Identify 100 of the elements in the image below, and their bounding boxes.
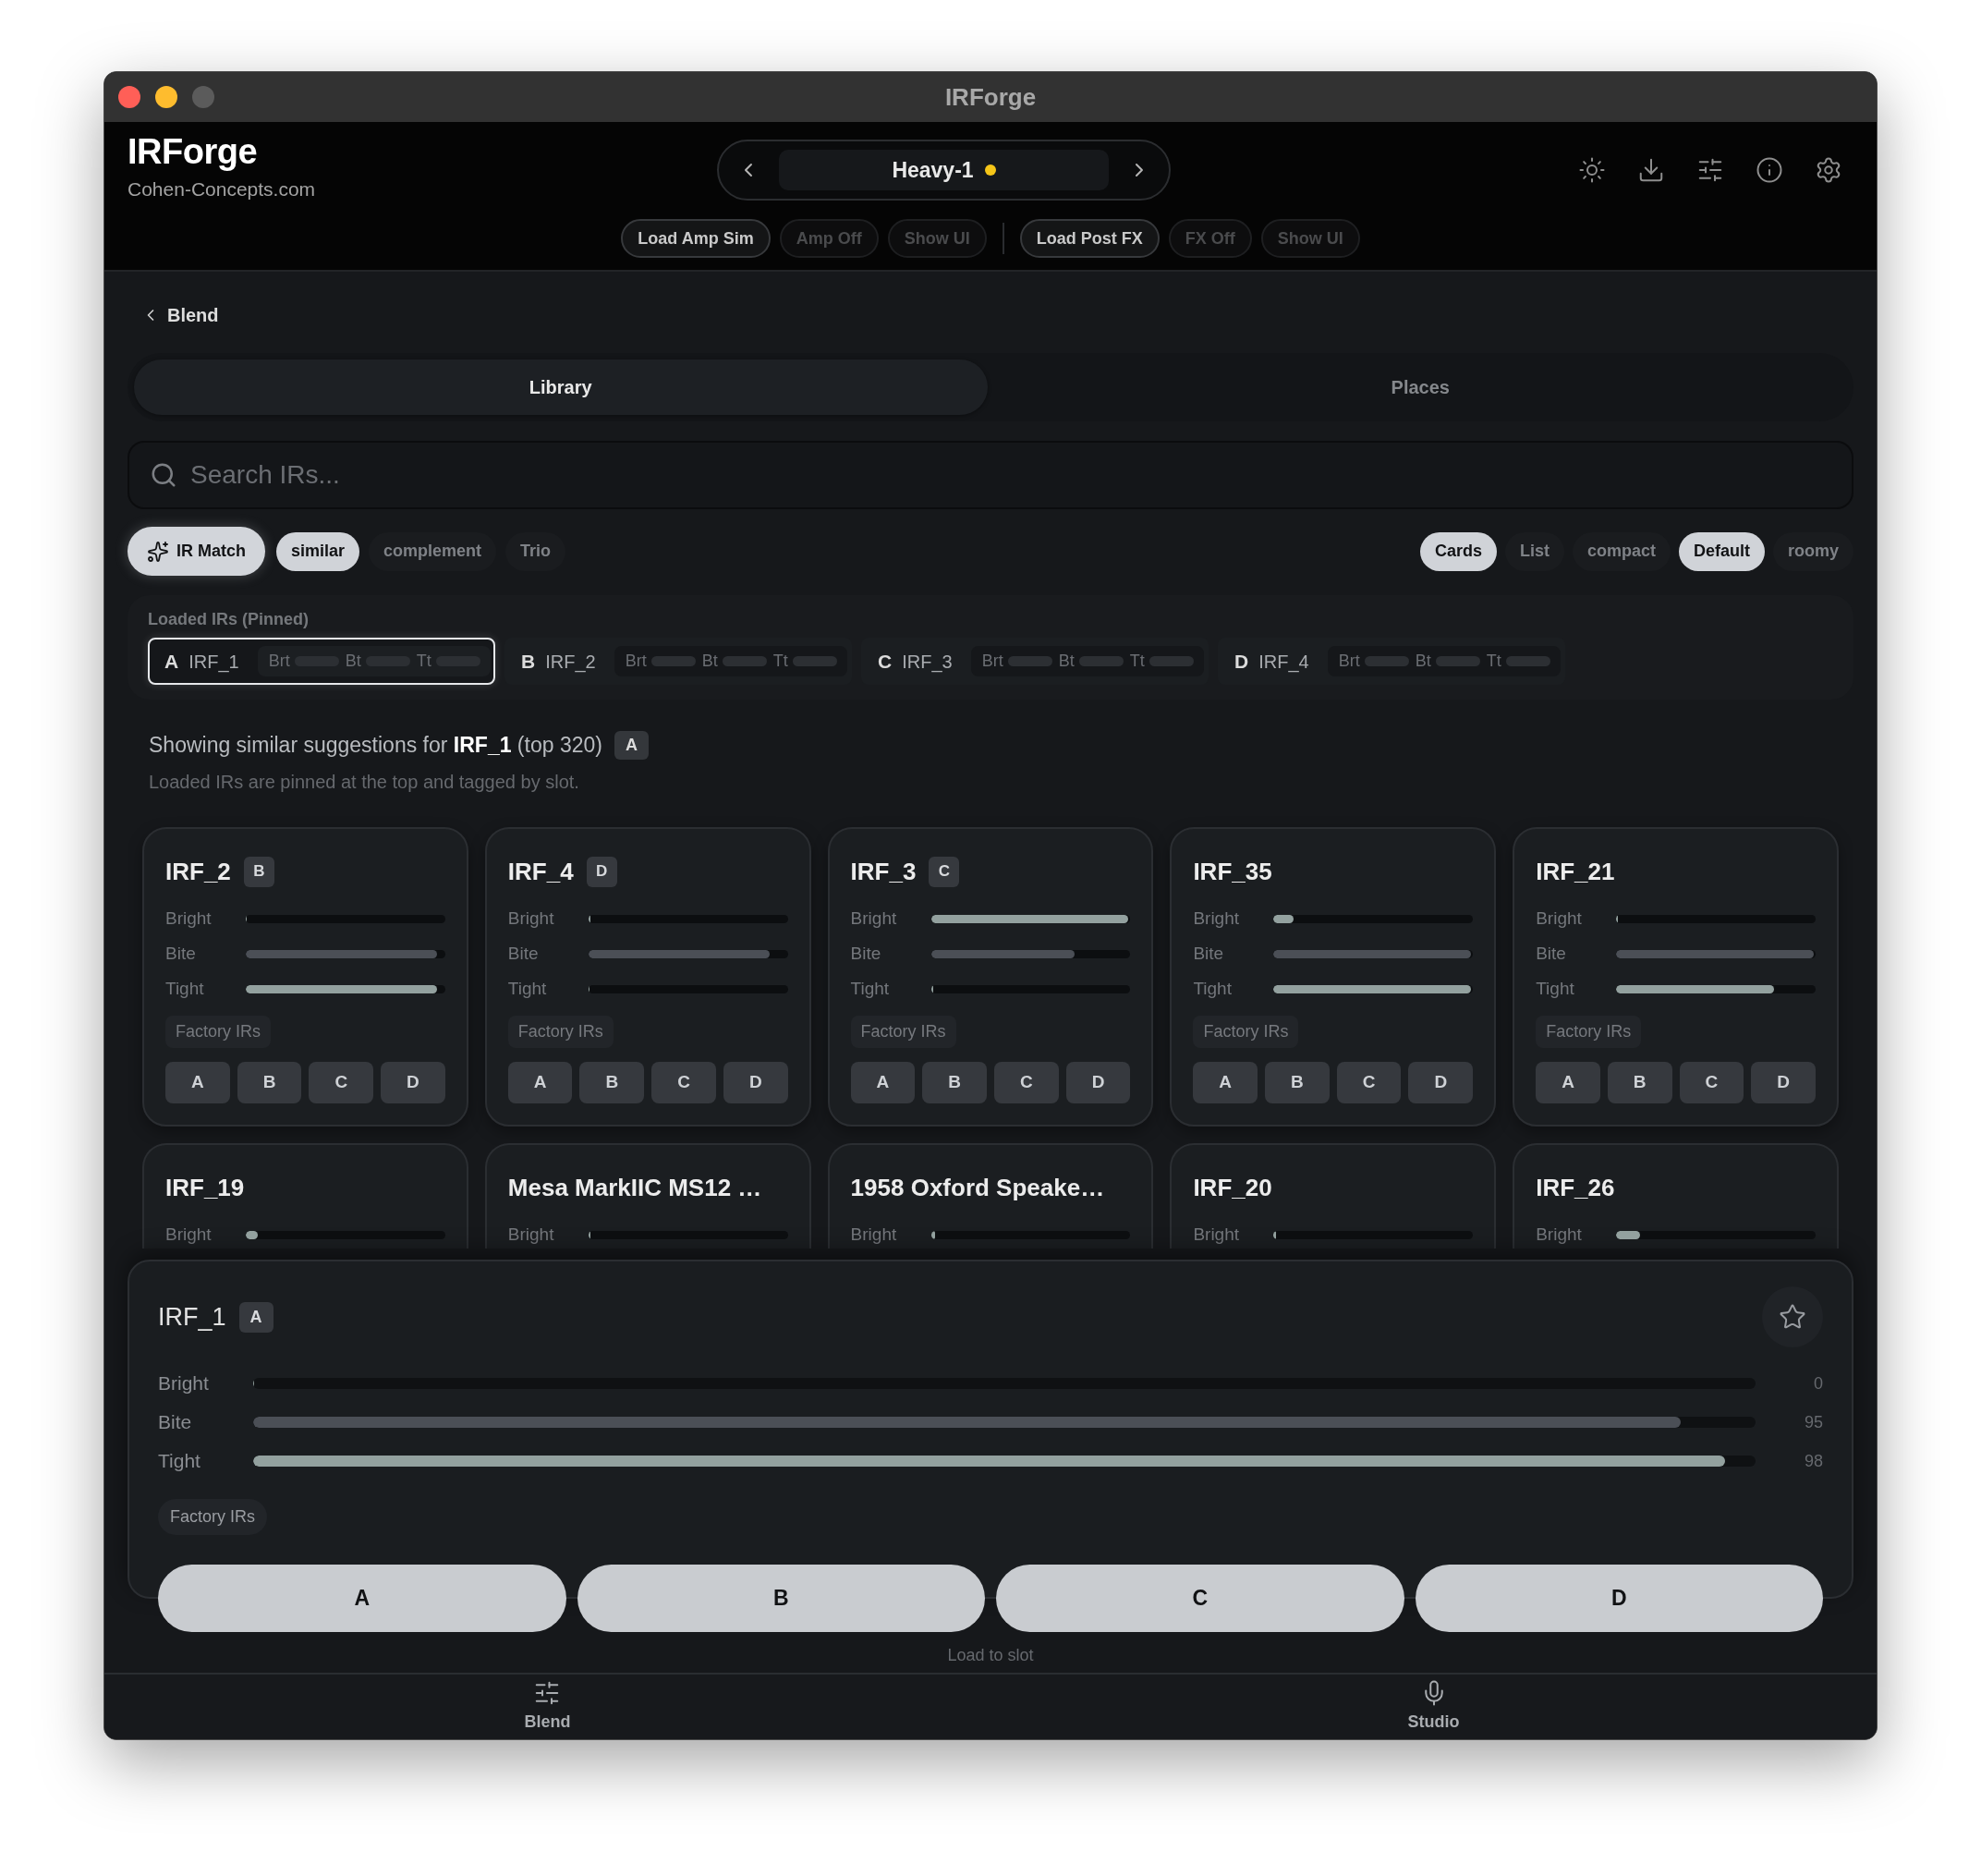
match-mode-button[interactable]: similar: [276, 531, 360, 571]
load-slot-button[interactable]: D: [1408, 1062, 1474, 1103]
load-slot-button[interactable]: D: [381, 1062, 445, 1103]
density-button[interactable]: roomy: [1773, 531, 1853, 571]
meter-label: Bright: [850, 908, 898, 930]
header-action-button[interactable]: Load Amp Sim: [621, 219, 771, 258]
load-slot-button[interactable]: A: [850, 1062, 916, 1103]
meter-label: Tight: [850, 978, 891, 1000]
meter-label: Brt: [625, 651, 647, 672]
meter-label: Bright: [165, 1224, 213, 1246]
meter-label: Bt: [1415, 651, 1431, 672]
download-icon[interactable]: [1637, 156, 1665, 184]
load-slot-button[interactable]: C: [994, 1062, 1059, 1103]
load-slot-button[interactable]: C: [309, 1062, 374, 1103]
back-button[interactable]: Blend: [128, 301, 219, 329]
view-mode-button[interactable]: Cards: [1419, 531, 1497, 571]
ir-match-button[interactable]: IR Match: [128, 527, 265, 576]
meter-label: Bite: [165, 943, 197, 965]
ir-card[interactable]: IRF_26 Bright: [1513, 1143, 1839, 1249]
pinned-ir-chip[interactable]: A IRF_1 Brt Bt Tt: [148, 638, 495, 685]
ir-card[interactable]: IRF_4 D Bright Bite Tight Factory IRs A B C D: [484, 827, 811, 1127]
meter-label: Brt: [981, 651, 1003, 672]
load-slot-button[interactable]: B: [237, 1062, 302, 1103]
load-slot-button[interactable]: B: [1607, 1062, 1672, 1103]
meter-label: Bt: [701, 651, 718, 672]
preset-button[interactable]: Heavy-1: [778, 150, 1110, 190]
view-mode-button[interactable]: List: [1504, 531, 1564, 571]
meter-label: Bite: [1536, 943, 1567, 965]
load-slot-button[interactable]: C: [1679, 1062, 1744, 1103]
header-action-button[interactable]: Load Post FX: [1019, 219, 1160, 258]
load-slot-button[interactable]: D: [1415, 1565, 1823, 1632]
load-slot-button[interactable]: C: [651, 1062, 716, 1103]
meter-label: Tight: [507, 978, 548, 1000]
meter-label: Bright: [507, 908, 555, 930]
slot-letter: B: [521, 649, 536, 674]
meter-label: Tight: [1193, 978, 1233, 1000]
card-title: IRF_20: [1193, 1173, 1272, 1203]
meter-label: Brt: [1338, 651, 1360, 672]
ir-name: IRF_2: [545, 650, 596, 675]
ir-card[interactable]: IRF_35 Bright Bite Tight Factory IRs A B C D: [1170, 827, 1497, 1127]
ir-name: IRF_1: [188, 650, 239, 675]
load-slot-button[interactable]: B: [579, 1062, 645, 1103]
meter-label: Bright: [1193, 1224, 1241, 1246]
load-slot-button[interactable]: D: [723, 1062, 788, 1103]
load-slot-button[interactable]: A: [1193, 1062, 1258, 1103]
mini-meter-track: [1435, 656, 1480, 666]
card-title: IRF_21: [1536, 857, 1615, 887]
meter-label: Tt: [1129, 651, 1145, 672]
sun-icon[interactable]: [1578, 156, 1606, 184]
mini-meter-track: [792, 656, 837, 666]
match-mode-button[interactable]: Trio: [505, 531, 566, 571]
minimize-icon[interactable]: [155, 86, 177, 108]
website-text: Cohen-Concepts.com: [128, 177, 316, 201]
ir-card[interactable]: Mesa MarkIIC MS12 … Bright: [484, 1143, 811, 1249]
card-title: IRF_4: [507, 857, 574, 887]
close-icon[interactable]: [118, 86, 140, 108]
meter-label: Tt: [1486, 651, 1501, 672]
card-title: 1958 Oxford Speake…: [850, 1173, 1105, 1203]
ir-card[interactable]: IRF_19 Bright: [142, 1143, 468, 1249]
load-slot-button[interactable]: B: [922, 1062, 987, 1103]
category-tag: Factory IRs: [1536, 1016, 1642, 1048]
load-slot-button[interactable]: A: [158, 1565, 566, 1632]
card-title: IRF_26: [1536, 1173, 1615, 1203]
nav-item[interactable]: Blend: [524, 1679, 571, 1735]
ir-card[interactable]: IRF_21 Bright Bite Tight Factory IRs A B C D: [1513, 827, 1839, 1127]
info-icon[interactable]: [1756, 156, 1783, 184]
ir-card[interactable]: 1958 Oxford Speake… Bright: [827, 1143, 1154, 1249]
load-slot-button[interactable]: D: [1751, 1062, 1816, 1103]
slot-badge: A: [614, 730, 649, 760]
sparkles-icon: [147, 540, 169, 563]
tab[interactable]: Places: [993, 359, 1847, 415]
load-slot-button[interactable]: A: [165, 1062, 230, 1103]
meter-label: Tight: [165, 978, 205, 1000]
slot-letter: C: [878, 649, 893, 674]
load-slot-button[interactable]: C: [996, 1565, 1404, 1632]
tab[interactable]: Library: [134, 359, 988, 415]
nav-item[interactable]: Studio: [1407, 1679, 1460, 1735]
density-button[interactable]: compact: [1572, 531, 1671, 571]
sliders-icon[interactable]: [1696, 156, 1724, 184]
section-label: Loaded IRs (Pinned): [148, 610, 310, 628]
match-mode-button[interactable]: complement: [369, 531, 497, 571]
slot-badge: D: [586, 856, 617, 887]
meter-label: Bright: [165, 908, 213, 930]
suggestion-summary: Showing similar suggestions for IRF_1 (top 320): [149, 731, 602, 759]
meter-label: Brt: [268, 651, 290, 672]
load-slot-button[interactable]: B: [1265, 1062, 1330, 1103]
load-slot-button[interactable]: B: [577, 1565, 985, 1632]
ir-card[interactable]: IRF_3 C Bright Bite Tight Factory IRs A B C D: [827, 827, 1154, 1127]
search-field[interactable]: Search IRs...: [128, 441, 1853, 509]
ir-name: IRF_3: [902, 650, 953, 675]
category-tag: Factory IRs: [1193, 1016, 1299, 1048]
density-button[interactable]: Default: [1678, 531, 1765, 571]
load-slot-button[interactable]: A: [507, 1062, 573, 1103]
load-slot-button[interactable]: D: [1065, 1062, 1131, 1103]
load-slot-button[interactable]: C: [1336, 1062, 1402, 1103]
settings-icon[interactable]: [1815, 156, 1842, 184]
ir-card[interactable]: IRF_2 B Bright Bite Tight Factory IRs A B C D: [142, 827, 468, 1127]
ir-card[interactable]: IRF_20 Bright: [1170, 1143, 1497, 1249]
card-title: IRF_19: [165, 1173, 245, 1203]
load-slot-button[interactable]: A: [1536, 1062, 1600, 1103]
